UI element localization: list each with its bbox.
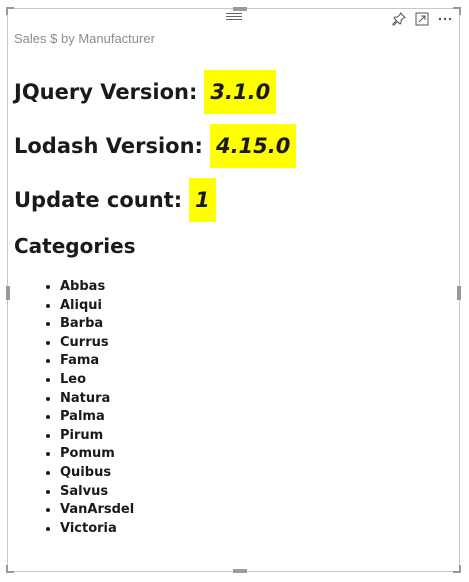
update-count-row: Update count: 1: [14, 177, 453, 223]
resize-handle-right[interactable]: [457, 286, 461, 300]
visual-container[interactable]: Sales $ by Manufacturer JQuery Version: …: [6, 7, 461, 573]
update-count-label: Update count:: [14, 188, 183, 212]
list-item: Fama: [60, 352, 453, 371]
resize-handle-top[interactable]: [233, 7, 247, 11]
jquery-version-row: JQuery Version: 3.1.0: [14, 69, 453, 115]
resize-handle-bottom[interactable]: [233, 569, 247, 573]
list-item: Pirum: [60, 427, 453, 446]
focus-mode-icon[interactable]: [414, 11, 430, 27]
jquery-version-label: JQuery Version:: [14, 80, 198, 104]
list-item: Palma: [60, 408, 453, 427]
list-item: Leo: [60, 371, 453, 390]
list-item: Victoria: [60, 520, 453, 539]
categories-list: Abbas Aliqui Barba Currus Fama Leo Natur…: [14, 278, 453, 538]
visual-header-icons: [391, 11, 453, 27]
list-item: Pomum: [60, 445, 453, 464]
drag-grip-icon[interactable]: [226, 13, 242, 21]
lodash-version-row: Lodash Version: 4.15.0: [14, 123, 453, 169]
list-item: Abbas: [60, 278, 453, 297]
visual-content: JQuery Version: 3.1.0 Lodash Version: 4.…: [14, 69, 453, 538]
resize-corner-bottom-right[interactable]: [453, 565, 461, 573]
more-options-icon[interactable]: [437, 11, 453, 27]
update-count-value: 1: [189, 178, 216, 222]
list-item: Quibus: [60, 464, 453, 483]
resize-corner-bottom-left[interactable]: [6, 565, 14, 573]
list-item: VanArsdel: [60, 501, 453, 520]
resize-corner-top-right[interactable]: [453, 7, 461, 15]
list-item: Barba: [60, 315, 453, 334]
lodash-version-value: 4.15.0: [209, 124, 297, 168]
categories-heading: Categories: [14, 234, 136, 258]
resize-corner-top-left[interactable]: [6, 7, 14, 15]
list-item: Aliqui: [60, 297, 453, 316]
visual-title: Sales $ by Manufacturer: [14, 31, 155, 46]
jquery-version-value: 3.1.0: [204, 70, 277, 114]
list-item: Salvus: [60, 483, 453, 502]
lodash-version-label: Lodash Version:: [14, 134, 203, 158]
list-item: Natura: [60, 390, 453, 409]
list-item: Currus: [60, 334, 453, 353]
resize-handle-left[interactable]: [6, 286, 10, 300]
pin-icon[interactable]: [391, 11, 407, 27]
